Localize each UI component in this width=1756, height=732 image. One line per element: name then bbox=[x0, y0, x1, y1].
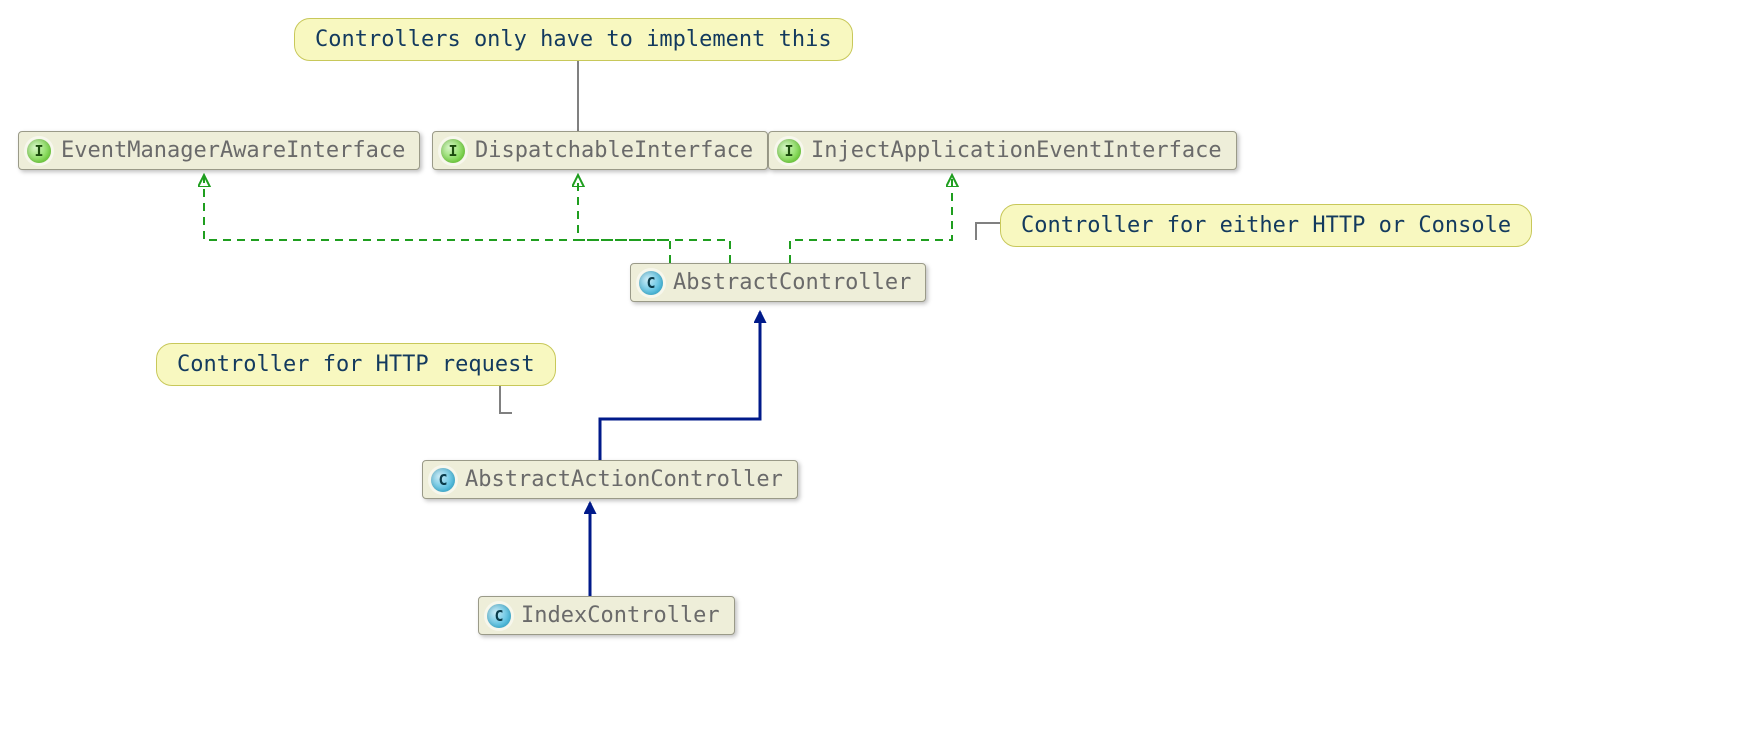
interface-label: DispatchableInterface bbox=[475, 138, 753, 163]
note-text: Controllers only have to implement this bbox=[315, 27, 832, 52]
note-http-or-console: Controller for either HTTP or Console bbox=[1000, 204, 1532, 247]
class-icon: C bbox=[431, 468, 455, 492]
note-http-request: Controller for HTTP request bbox=[156, 343, 556, 386]
class-label: AbstractActionController bbox=[465, 467, 783, 492]
class-label: IndexController bbox=[521, 603, 720, 628]
note-implement-this: Controllers only have to implement this bbox=[294, 18, 853, 61]
class-label: AbstractController bbox=[673, 270, 911, 295]
interface-label: InjectApplicationEventInterface bbox=[811, 138, 1222, 163]
note-text: Controller for HTTP request bbox=[177, 352, 535, 377]
interface-icon: I bbox=[441, 139, 465, 163]
class-abstract-action-controller: C AbstractActionController bbox=[422, 460, 798, 499]
interface-dispatchable: I DispatchableInterface bbox=[432, 131, 768, 170]
interface-icon: I bbox=[777, 139, 801, 163]
interface-event-manager-aware: I EventManagerAwareInterface bbox=[18, 131, 420, 170]
class-index-controller: C IndexController bbox=[478, 596, 735, 635]
interface-icon: I bbox=[27, 139, 51, 163]
class-abstract-controller: C AbstractController bbox=[630, 263, 926, 302]
class-icon: C bbox=[639, 271, 663, 295]
interface-label: EventManagerAwareInterface bbox=[61, 138, 405, 163]
class-icon: C bbox=[487, 604, 511, 628]
interface-inject-application-event: I InjectApplicationEventInterface bbox=[768, 131, 1237, 170]
note-text: Controller for either HTTP or Console bbox=[1021, 213, 1511, 238]
